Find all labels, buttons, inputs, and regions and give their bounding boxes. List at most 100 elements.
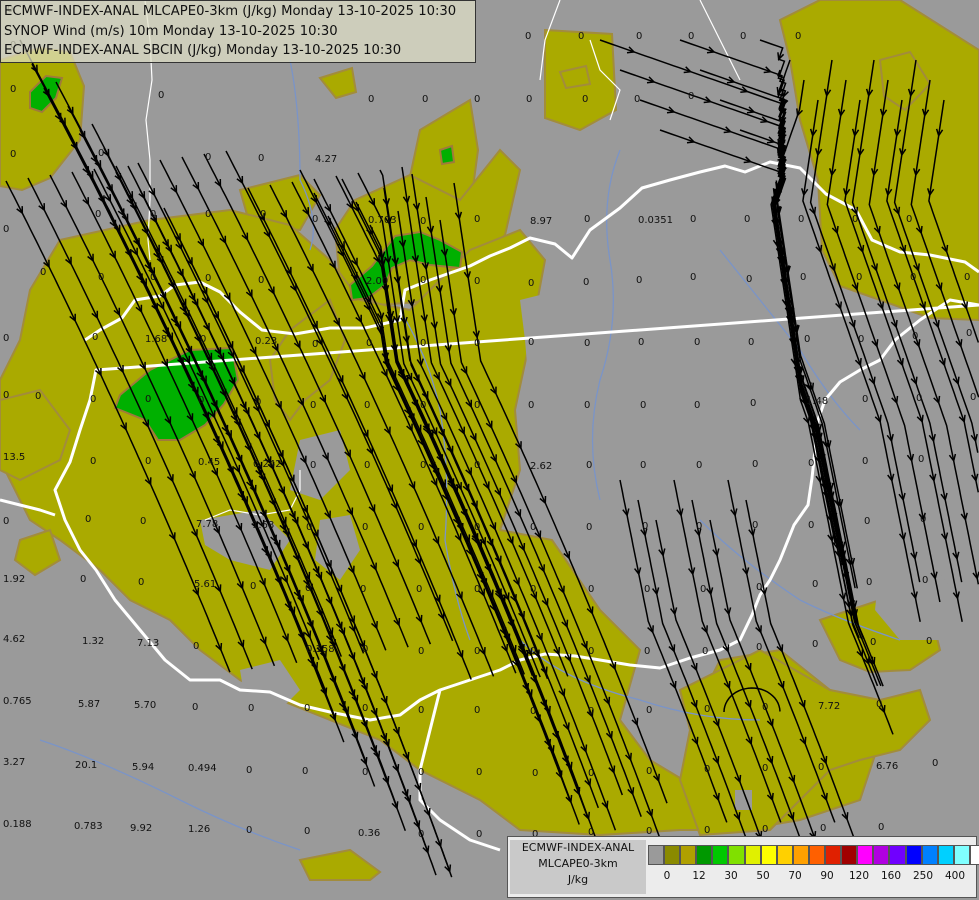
sbcin-value: 0 — [762, 824, 768, 835]
sbcin-value: 0 — [474, 214, 480, 225]
sbcin-value: 0 — [752, 459, 758, 470]
legend-swatch — [744, 845, 761, 865]
sbcin-value: 0 — [876, 699, 882, 710]
legend-tick-label: 0 — [663, 870, 671, 882]
sbcin-value: 0 — [795, 31, 801, 42]
legend-tick-label: 50 — [756, 870, 770, 882]
legend-swatch — [728, 845, 745, 865]
sbcin-value: 0 — [80, 574, 86, 585]
sbcin-value: 0 — [312, 214, 318, 225]
sbcin-value: 1.68 — [145, 334, 167, 345]
sbcin-value: 0 — [584, 214, 590, 225]
sbcin-value: 5.70 — [134, 700, 156, 711]
sbcin-value: 2.00 — [366, 276, 388, 287]
sbcin-value: 0 — [748, 337, 754, 348]
sbcin-value: 0 — [644, 646, 650, 657]
legend-swatch — [937, 845, 954, 865]
sbcin-value: 0 — [642, 521, 648, 532]
sbcin-value: 0 — [258, 275, 264, 286]
sbcin-value: 0 — [304, 826, 310, 837]
sbcin-value: 0 — [584, 400, 590, 411]
legend-title: ECMWF-INDEX-ANAL MLCAPE0-3km J/kg — [510, 840, 646, 894]
sbcin-value: 0 — [870, 637, 876, 648]
sbcin-value: 0 — [145, 394, 151, 405]
sbcin-value: 0 — [694, 400, 700, 411]
sbcin-value: 0 — [474, 705, 480, 716]
sbcin-value: 0 — [418, 767, 424, 778]
sbcin-value: 0 — [364, 400, 370, 411]
sbcin-value: 0 — [528, 400, 534, 411]
sbcin-value: 0 — [640, 460, 646, 471]
sbcin-value: 0 — [420, 275, 426, 286]
sbcin-value: 0 — [808, 520, 814, 531]
sbcin-value: 0 — [582, 94, 588, 105]
sbcin-value: 5.61 — [194, 579, 216, 590]
legend-swatch — [792, 845, 809, 865]
sbcin-value: 0 — [646, 766, 652, 777]
sbcin-value: 0 — [3, 224, 9, 235]
title-synop-wind: SYNOP Wind (m/s) 10m Monday 13-10-2025 1… — [4, 23, 338, 39]
sbcin-value: 0 — [800, 272, 806, 283]
sbcin-value: 0 — [752, 520, 758, 531]
sbcin-value: 0 — [644, 584, 650, 595]
sbcin-value: 0 — [634, 94, 640, 105]
sbcin-value: 0.36 — [358, 828, 380, 839]
sbcin-value: 0 — [756, 642, 762, 653]
sbcin-value: 0 — [10, 84, 16, 95]
sbcin-value: 0 — [704, 764, 710, 775]
sbcin-value: 0 — [476, 829, 482, 840]
title-mlcape: ECMWF-INDEX-ANAL MLCAPE0-3km (J/kg) Mond… — [4, 4, 457, 19]
sbcin-value: 0 — [864, 516, 870, 527]
sbcin-value: 0 — [145, 456, 151, 467]
sbcin-value: 0 — [704, 825, 710, 836]
sbcin-value: 0 — [192, 702, 198, 713]
sbcin-value: 0 — [530, 584, 536, 595]
sbcin-value: 0 — [528, 337, 534, 348]
sbcin-value: 0 — [916, 393, 922, 404]
legend-tick-label: 12 — [692, 870, 706, 882]
sbcin-value: 0 — [10, 149, 16, 160]
sbcin-value: 0 — [588, 584, 594, 595]
sbcin-value: 1.26 — [188, 824, 210, 835]
sbcin-value: 0 — [310, 460, 316, 471]
sbcin-value: 0 — [696, 460, 702, 471]
sbcin-value: 0 — [756, 582, 762, 593]
sbcin-value: 0 — [690, 272, 696, 283]
legend-swatch — [712, 845, 729, 865]
sbcin-value: 5.87 — [78, 699, 100, 710]
sbcin-value: 0 — [246, 825, 252, 836]
sbcin-value: 0 — [305, 583, 311, 594]
sbcin-value: 0 — [740, 31, 746, 42]
sbcin-value: 0 — [926, 636, 932, 647]
sbcin-value: 0.23 — [255, 336, 277, 347]
sbcin-value: 3.27 — [3, 757, 25, 768]
sbcin-value: 0 — [750, 398, 756, 409]
sbcin-value: 0 — [586, 522, 592, 533]
sbcin-value: 0 — [583, 277, 589, 288]
sbcin-value: 0 — [416, 584, 422, 595]
sbcin-value: 0 — [310, 400, 316, 411]
sbcin-value: 0 — [3, 516, 9, 527]
sbcin-value: 0 — [804, 334, 810, 345]
sbcin-value: 0 — [640, 400, 646, 411]
sbcin-value: 0 — [200, 334, 206, 345]
sbcin-value: 0 — [306, 522, 312, 533]
legend-swatch — [873, 845, 890, 865]
sbcin-value: 0 — [812, 639, 818, 650]
sbcin-value: 0 — [530, 522, 536, 533]
legend-swatch — [648, 845, 665, 865]
sbcin-value: 0 — [762, 702, 768, 713]
sbcin-value: 0 — [704, 704, 710, 715]
sbcin-value: 0 — [312, 339, 318, 350]
sbcin-value: 0.45 — [198, 457, 220, 468]
sbcin-value: 7.13 — [137, 638, 159, 649]
sbcin-value: 0 — [638, 337, 644, 348]
sbcin-value: 0 — [762, 763, 768, 774]
weather-map[interactable]: 0 0 0 0 0 0 0 13.5 0 1.92 4.62 0.765 3.27 0.188 0 0 0 0 4.… — [0, 0, 979, 900]
sbcin-value: 0 — [90, 456, 96, 467]
sbcin-value: 0 — [702, 646, 708, 657]
legend-tick-label: 160 — [880, 870, 902, 882]
legend-swatch — [808, 845, 826, 865]
sbcin-value: 0 — [3, 333, 9, 344]
sbcin-value: 0 — [858, 334, 864, 345]
